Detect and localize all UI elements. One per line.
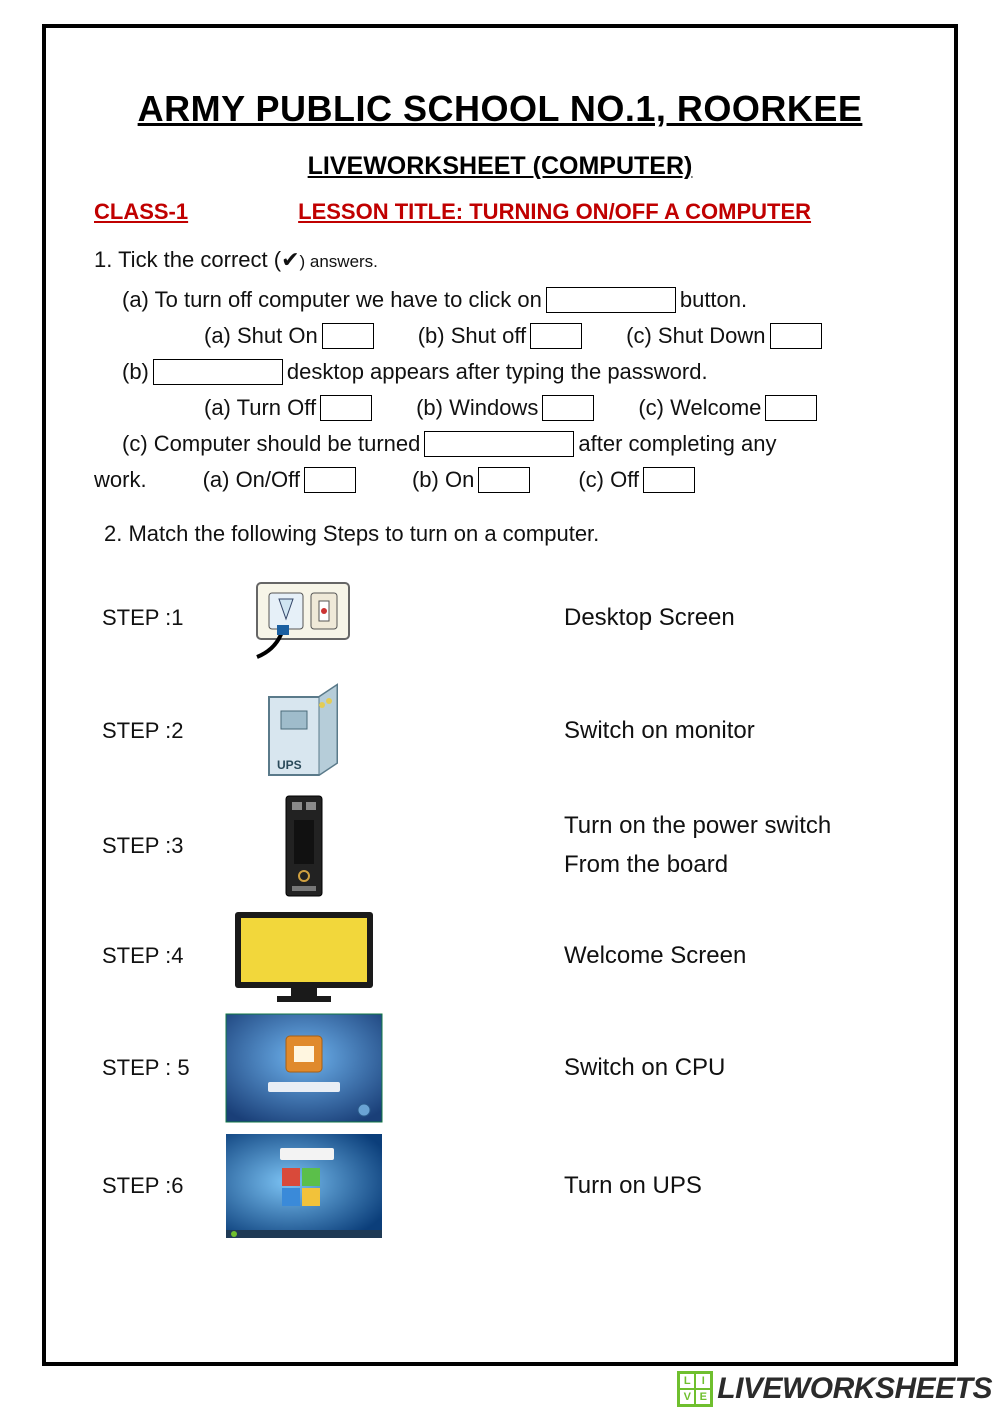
match-right-6: Turn on UPS: [394, 1172, 906, 1200]
q1c-opt-a-box[interactable]: [304, 467, 356, 493]
step-5-label: STEP : 5: [94, 1055, 214, 1081]
q1c-opt-c-box[interactable]: [643, 467, 695, 493]
step-1-label: STEP :1: [94, 605, 214, 631]
class-lesson-line: CLASS-1 LESSON TITLE: TURNING ON/OFF A C…: [94, 199, 906, 225]
worksheet-subtitle: LIVEWORKSHEET (COMPUTER): [74, 152, 926, 181]
q1a-options: (a) Shut On (b) Shut off (c) Shut Down: [94, 323, 906, 349]
match-row-4[interactable]: STEP :4 Welcome Screen: [94, 903, 906, 1008]
match-right-1: Desktop Screen: [394, 604, 906, 632]
q1b-blank[interactable]: [153, 359, 283, 385]
match-right-2: Switch on monitor: [394, 717, 906, 745]
match-row-2[interactable]: STEP :2 UPS Switch on monitor: [94, 673, 906, 788]
q1c-blank[interactable]: [424, 431, 574, 457]
q1c-stem: (c) Computer should be turned after comp…: [94, 431, 906, 457]
q1a-stem: (a) To turn off computer we have to clic…: [94, 287, 906, 313]
step-3-label: STEP :3: [94, 833, 214, 859]
worksheet-page: ARMY PUBLIC SCHOOL NO.1, ROORKEE LIVEWOR…: [42, 24, 958, 1366]
q1b-opt-a-box[interactable]: [320, 395, 372, 421]
q1c-opt-b-box[interactable]: [478, 467, 530, 493]
watermark-text: LIVEWORKSHEETS: [717, 1374, 992, 1404]
cpu-tower-icon: [214, 792, 394, 900]
school-title: ARMY PUBLIC SCHOOL NO.1, ROORKEE: [74, 88, 926, 130]
q1b-opt-b-box[interactable]: [542, 395, 594, 421]
monitor-icon: [214, 906, 394, 1006]
class-label: CLASS-1: [94, 199, 188, 225]
match-row-3[interactable]: STEP :3 Turn on the power switch From th…: [94, 788, 906, 903]
desktop-screen-icon: [214, 1132, 394, 1240]
match-right-3a: Turn on the power switch: [564, 807, 906, 845]
match-right-5: Switch on CPU: [394, 1054, 906, 1082]
welcome-screen-icon: [214, 1012, 394, 1124]
q1c-options: work. (a) On/Off (b) On (c) Off: [94, 467, 906, 493]
lesson-title: LESSON TITLE: TURNING ON/OFF A COMPUTER: [298, 199, 811, 225]
svg-text:UPS: UPS: [277, 758, 302, 772]
q1b-opt-c-box[interactable]: [765, 395, 817, 421]
q2-prompt: 2. Match the following Steps to turn on …: [104, 521, 906, 547]
step-6-label: STEP :6: [94, 1173, 214, 1199]
q1a-blank[interactable]: [546, 287, 676, 313]
step-2-label: STEP :2: [94, 718, 214, 744]
match-grid: STEP :1 Desktop Screen STEP :2: [94, 563, 906, 1243]
match-row-5[interactable]: STEP : 5 Switch on CPU: [94, 1008, 906, 1128]
q1b-options: (a) Turn Off (b) Windows (c) Welcome: [94, 395, 906, 421]
match-row-6[interactable]: STEP :6: [94, 1128, 906, 1243]
q1a-opt-b-box[interactable]: [530, 323, 582, 349]
q1a-opt-c-box[interactable]: [770, 323, 822, 349]
q1a-opt-a-box[interactable]: [322, 323, 374, 349]
watermark: LIVE LIVEWORKSHEETS: [677, 1371, 992, 1407]
ups-icon: UPS: [214, 677, 394, 785]
match-right-4: Welcome Screen: [394, 942, 906, 970]
q1-prompt: 1. Tick the correct (✔) answers.: [94, 247, 906, 273]
plug-socket-icon: [214, 573, 394, 663]
q1b-stem: (b) desktop appears after typing the pas…: [94, 359, 906, 385]
match-right-3b: From the board: [564, 846, 906, 884]
watermark-badge-icon: LIVE: [677, 1371, 713, 1407]
step-4-label: STEP :4: [94, 943, 214, 969]
match-row-1[interactable]: STEP :1 Desktop Screen: [94, 563, 906, 673]
